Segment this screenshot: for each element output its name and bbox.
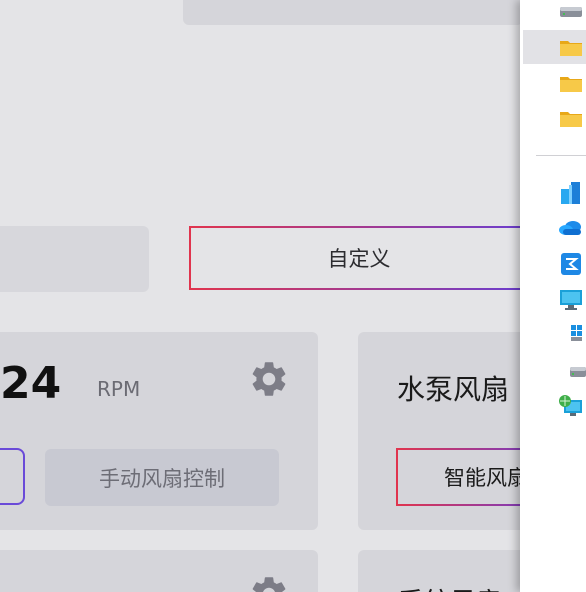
nav-item-windows[interactable]: [520, 318, 586, 350]
system-fan-title: 系统风扇: [398, 582, 502, 592]
folder-icon: [560, 77, 582, 92]
nav-item-folder[interactable]: [520, 101, 586, 135]
onedrive-icon: [559, 221, 581, 235]
auto-fan-button[interactable]: [0, 448, 25, 505]
nav-item-this-pc[interactable]: [520, 284, 586, 316]
drive-icon: [560, 7, 582, 17]
gear-icon[interactable]: [248, 573, 290, 592]
nav-item-network[interactable]: [520, 392, 586, 424]
network-icon: [559, 395, 582, 416]
rpm-unit: RPM: [97, 377, 141, 401]
mode-button[interactable]: [0, 226, 149, 292]
nav-item-drive[interactable]: [520, 0, 586, 32]
pump-fan-title: 水泵风扇: [397, 373, 510, 406]
nav-item-app[interactable]: [520, 248, 586, 280]
nav-item-folder[interactable]: [523, 30, 586, 64]
app-icon: [561, 182, 580, 204]
windows-icon: [571, 325, 582, 341]
folder-icon: [560, 41, 582, 56]
nav-item-onedrive[interactable]: [520, 213, 586, 243]
fan-control-app: 自定义 24 RPM 手动风扇控制 水泵风扇 智能风扇 系统风扇: [0, 0, 520, 592]
nav-item-folder[interactable]: [520, 66, 586, 100]
this-pc-icon: [560, 290, 582, 310]
custom-mode-button[interactable]: 自定义: [189, 226, 520, 290]
gear-icon[interactable]: [248, 358, 290, 400]
folder-icon: [560, 112, 582, 127]
rpm-value: 24: [0, 358, 62, 409]
app-icon: [561, 253, 581, 275]
nav-item-drive[interactable]: [520, 356, 586, 388]
navigation-pane: [520, 0, 586, 592]
nav-item-app[interactable]: [520, 176, 586, 210]
manual-fan-control-button[interactable]: 手动风扇控制: [45, 449, 279, 506]
divider: [536, 155, 586, 156]
top-panel: [183, 0, 520, 25]
drive-icon: [570, 367, 586, 377]
smart-fan-button[interactable]: 智能风扇: [396, 448, 520, 506]
